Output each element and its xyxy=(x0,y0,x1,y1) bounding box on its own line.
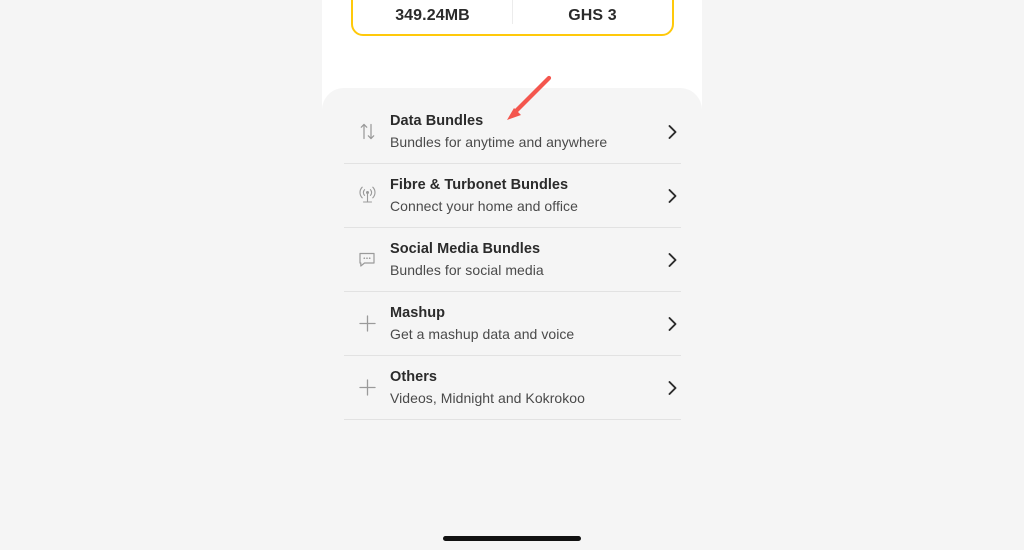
usage-airtime-value: GHS 3 xyxy=(568,7,617,24)
plus-icon xyxy=(344,377,390,398)
list-item-text: Social Media Bundles Bundles for social … xyxy=(390,240,663,280)
chevron-right-icon[interactable] xyxy=(663,124,681,140)
plus-icon xyxy=(344,313,390,334)
home-indicator xyxy=(443,536,581,541)
bundles-sheet: Data Bundles Bundles for anytime and any… xyxy=(322,88,702,550)
list-item-title: Social Media Bundles xyxy=(390,240,541,257)
list-item-subtitle: Get a mashup data and voice xyxy=(390,325,575,342)
chevron-right-icon[interactable] xyxy=(663,188,681,204)
usage-data-value: 349.24MB xyxy=(395,7,470,24)
list-item-others[interactable]: Others Videos, Midnight and Kokrokoo xyxy=(344,356,681,420)
list-item-title: Data Bundles xyxy=(390,112,484,129)
phone-screen: 349.24MB GHS 3 Data Bundles Bundles for … xyxy=(322,0,702,550)
usage-summary-card: 349.24MB GHS 3 xyxy=(351,0,674,36)
chevron-right-icon[interactable] xyxy=(663,316,681,332)
data-transfer-icon xyxy=(344,121,390,142)
list-item-subtitle: Videos, Midnight and Kokrokoo xyxy=(390,389,585,406)
list-item-text: Fibre & Turbonet Bundles Connect your ho… xyxy=(390,176,663,216)
list-item-data-bundles[interactable]: Data Bundles Bundles for anytime and any… xyxy=(344,100,681,164)
bundles-list: Data Bundles Bundles for anytime and any… xyxy=(344,100,681,420)
list-item-title: Others xyxy=(390,368,438,385)
usage-cell-data: 349.24MB xyxy=(353,7,512,34)
list-item-text: Mashup Get a mashup data and voice xyxy=(390,304,663,344)
chat-bubble-icon xyxy=(344,250,390,269)
usage-cell-airtime: GHS 3 xyxy=(513,7,672,34)
list-item-fibre-turbonet-bundles[interactable]: Fibre & Turbonet Bundles Connect your ho… xyxy=(344,164,681,228)
list-item-text: Others Videos, Midnight and Kokrokoo xyxy=(390,368,663,408)
list-item-subtitle: Bundles for social media xyxy=(390,261,544,278)
list-item-title: Mashup xyxy=(390,304,446,321)
list-item-mashup[interactable]: Mashup Get a mashup data and voice xyxy=(344,292,681,356)
list-item-subtitle: Bundles for anytime and anywhere xyxy=(390,133,608,150)
list-item-subtitle: Connect your home and office xyxy=(390,197,578,214)
list-item-title: Fibre & Turbonet Bundles xyxy=(390,176,569,193)
list-item-text: Data Bundles Bundles for anytime and any… xyxy=(390,112,663,152)
chevron-right-icon[interactable] xyxy=(663,252,681,268)
list-item-social-media-bundles[interactable]: Social Media Bundles Bundles for social … xyxy=(344,228,681,292)
chevron-right-icon[interactable] xyxy=(663,380,681,396)
broadcast-antenna-icon xyxy=(344,185,390,207)
